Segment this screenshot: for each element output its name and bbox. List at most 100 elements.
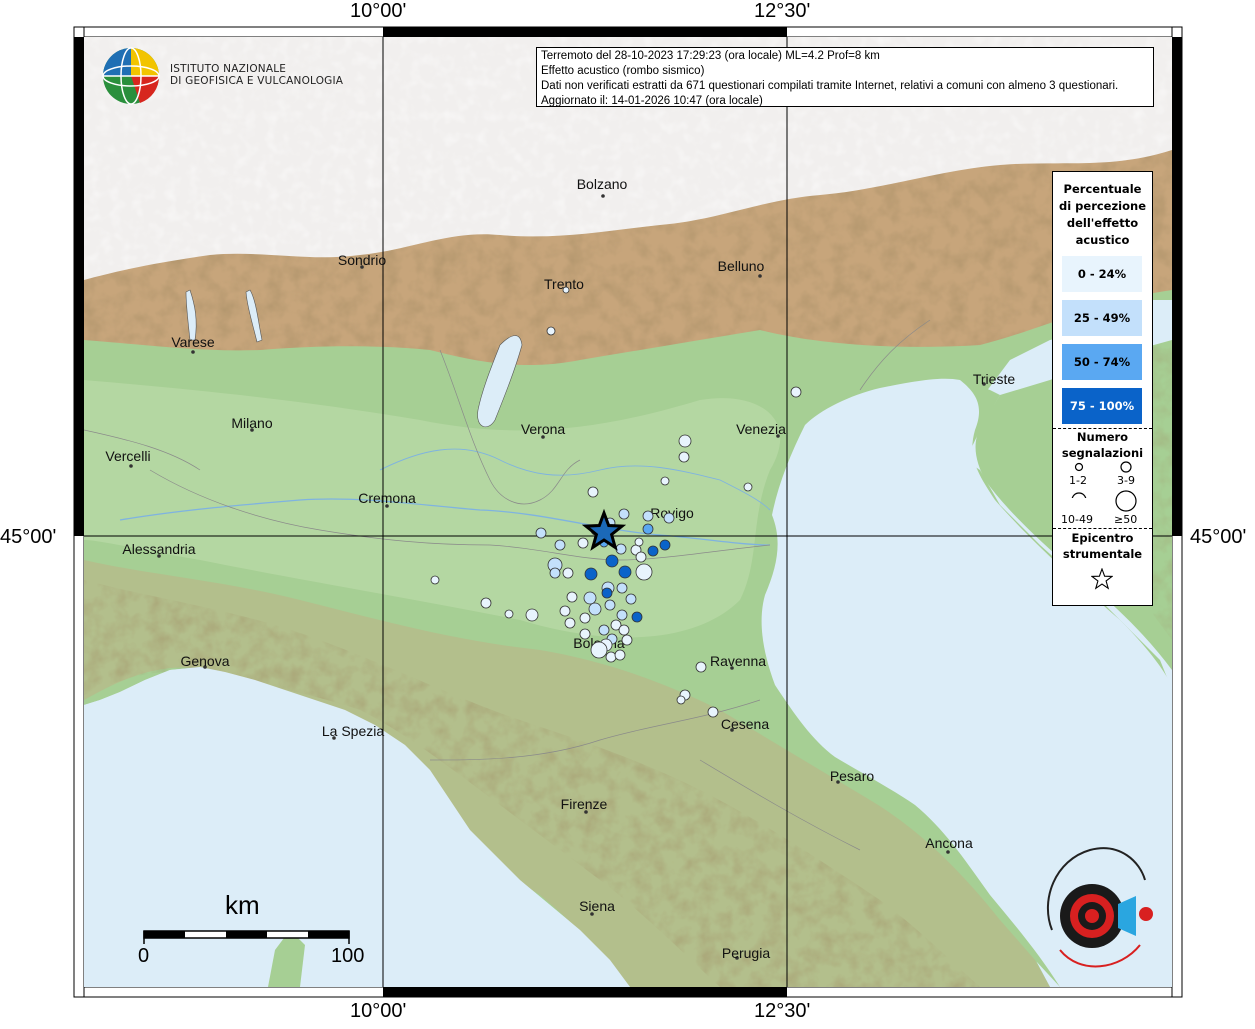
legend-class-3: 75 - 100%: [1062, 388, 1142, 424]
city-label: Ravenna: [710, 653, 766, 669]
legend-size-label: 1-2: [1069, 474, 1087, 487]
lat-label-right: 45°00': [1190, 526, 1247, 548]
report-circle-icon: [504, 609, 514, 619]
report-circle-icon: [615, 543, 627, 555]
report-circle-icon: [618, 565, 632, 579]
report-circle-icon: [549, 567, 561, 579]
report-circle-icon: [663, 512, 675, 524]
macroseismic-map: Bolzano Sondrio Trento Belluno Varese Trieste…: [0, 0, 1255, 1024]
report-circle-icon: [614, 649, 626, 661]
legend-size-label: 10-49: [1061, 513, 1093, 526]
report-circle-icon: [588, 602, 602, 616]
report-circle-icon: [625, 593, 637, 605]
report-circle-icon: [566, 591, 578, 603]
report-circle-icon: [678, 451, 690, 463]
city-label: Trieste: [973, 371, 1015, 387]
legend-epicenter-title-line: Epicentro: [1071, 531, 1134, 545]
legend-title: Percentuale di percezione dell'effetto a…: [1053, 181, 1152, 249]
report-circle-icon: [604, 599, 616, 611]
report-circle-icon: [616, 582, 628, 594]
city-marker-icon: [758, 274, 762, 278]
legend-epicenter-title: Epicentro strumentale: [1053, 530, 1152, 562]
legend-title-line: dell'effetto: [1066, 216, 1139, 230]
report-circle-icon: [564, 617, 576, 629]
city-label: Firenze: [561, 796, 608, 812]
report-circle-icon: [562, 286, 570, 294]
report-circle-icon: [587, 486, 599, 498]
report-circle-icon: [647, 545, 659, 557]
report-circle-icon: [676, 695, 686, 705]
city-label: Milano: [231, 415, 272, 431]
city-label: Cremona: [358, 490, 416, 506]
city-label: Venezia: [736, 421, 786, 437]
legend-class-2: 50 - 74%: [1062, 344, 1142, 380]
report-circle-icon: [790, 386, 802, 398]
report-circle-icon: [634, 537, 644, 547]
report-circle-icon: [546, 326, 556, 336]
legend-divider: [1053, 528, 1152, 529]
city-label: Pesaro: [830, 768, 875, 784]
lon-label-top-right: 12°30': [754, 0, 811, 22]
institute-line-1: ISTITUTO NAZIONALE: [170, 63, 287, 75]
report-circle-icon: [635, 563, 653, 581]
report-circle-icon: [554, 539, 566, 551]
institute-line-2: DI GEOFISICA E VULCANOLOGIA: [170, 75, 344, 87]
event-info-line-4: Aggiornato il: 14-01-2026 10:47 (ora loc…: [541, 95, 763, 107]
legend-epicenter-title-line: strumentale: [1062, 547, 1143, 561]
legend-title-line: di percezione: [1058, 199, 1147, 213]
report-circle-icon: [525, 608, 539, 622]
city-label: Varese: [171, 334, 215, 350]
report-circle-icon: [584, 567, 598, 581]
city-label: Ancona: [925, 835, 973, 851]
city-marker-icon: [129, 464, 133, 468]
ingv-logo-icon: [102, 47, 160, 105]
city-label: Sondrio: [338, 252, 386, 268]
city-label: Cesena: [721, 716, 769, 732]
lat-label-left: 45°00': [0, 526, 57, 548]
report-circle-icon: [579, 612, 591, 624]
scale-min: 0: [138, 945, 150, 967]
report-circle-icon: [659, 539, 671, 551]
report-circle-icon: [618, 624, 630, 636]
event-info-box: Terremoto del 28-10-2023 17:29:23 (ora l…: [536, 47, 1154, 107]
legend-title-line: acustico: [1075, 233, 1130, 247]
legend-count-title: Numero segnalazioni: [1053, 429, 1152, 461]
report-circle-icon: [695, 661, 707, 673]
report-circle-icon: [618, 508, 630, 520]
city-label: Siena: [579, 898, 615, 914]
legend-size-label: ≥50: [1114, 513, 1138, 526]
city-label: Bolzano: [577, 176, 628, 192]
report-circle-icon: [635, 551, 647, 563]
city-label: Perugia: [722, 945, 770, 961]
city-label: Alessandria: [122, 541, 195, 557]
legend-size-label: 3-9: [1117, 474, 1135, 487]
legend-count-title-line: Numero: [1076, 430, 1129, 444]
report-circle-icon: [559, 605, 571, 617]
legend-title-line: Percentuale: [1063, 182, 1142, 196]
map-legend: Percentuale di percezione dell'effetto a…: [1052, 171, 1153, 606]
event-info-line-1: Terremoto del 28-10-2023 17:29:23 (ora l…: [541, 50, 880, 62]
legend-size-3-9-icon: [1120, 461, 1132, 473]
report-circle-icon: [579, 628, 591, 640]
city-label: Vercelli: [105, 448, 150, 464]
event-info-line-2: Effetto acustico (rombo sismico): [541, 65, 705, 77]
report-circle-icon: [605, 554, 619, 568]
lon-label-bottom-left: 10°00': [350, 1000, 407, 1022]
report-circle-icon: [577, 537, 589, 549]
legend-class-1: 25 - 49%: [1062, 300, 1142, 336]
lon-label-top-left: 10°00': [350, 0, 407, 22]
city-marker-icon: [191, 350, 195, 354]
report-circle-icon: [631, 611, 643, 623]
city-marker-icon: [601, 194, 605, 198]
report-circle-icon: [642, 510, 654, 522]
report-circle-icon: [430, 575, 440, 585]
scale-unit: km: [225, 890, 260, 920]
city-label: Genova: [180, 653, 229, 669]
report-circle-icon: [616, 609, 628, 621]
city-label: Verona: [521, 421, 566, 437]
city-label: La Spezia: [322, 723, 384, 739]
report-circle-icon: [707, 706, 719, 718]
lon-label-bottom-right: 12°30': [754, 1000, 811, 1022]
report-circle-icon: [480, 597, 492, 609]
event-info-line-3: Dati non verificati estratti da 671 ques…: [541, 80, 1119, 92]
